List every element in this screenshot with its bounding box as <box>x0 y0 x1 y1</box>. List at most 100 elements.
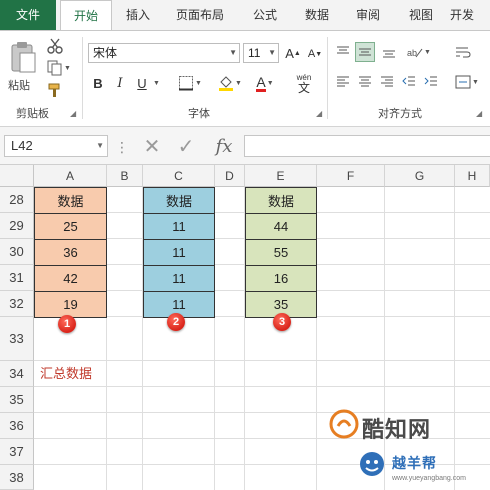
callout-marker: 1 <box>58 315 76 333</box>
tab-view[interactable]: 视图 <box>396 0 446 30</box>
table-cell[interactable]: 42 <box>34 265 107 292</box>
svg-text:ab: ab <box>407 48 417 58</box>
cancel-icon[interactable]: ✕ <box>140 134 164 158</box>
row-header[interactable]: 30 <box>0 239 34 265</box>
column-header-c[interactable]: C <box>143 165 215 187</box>
summary-label[interactable]: 汇总数据 <box>40 363 92 382</box>
table-cell[interactable]: 19 <box>34 291 107 318</box>
row-header[interactable]: 31 <box>0 265 34 291</box>
formula-input[interactable] <box>244 135 490 157</box>
italic-button[interactable]: I <box>112 73 128 93</box>
formula-bar: L42 ▼ ⋮ ✕ ✓ fx <box>0 127 490 165</box>
column-header-b[interactable]: B <box>107 165 143 187</box>
clipboard-group-label: 剪贴板 <box>16 108 49 120</box>
column-header-h[interactable]: H <box>455 165 490 187</box>
underline-button[interactable]: U <box>134 73 150 93</box>
table-header-cell[interactable]: 数据 <box>245 187 317 214</box>
table-header-cell[interactable]: 数据 <box>143 187 215 214</box>
wrap-text-icon[interactable] <box>452 43 474 61</box>
tab-file[interactable]: 文件 <box>0 0 56 30</box>
table-cell[interactable]: 36 <box>34 239 107 266</box>
insert-function-icon[interactable]: fx <box>210 134 238 158</box>
row-header[interactable]: 32 <box>0 291 34 317</box>
clipboard-launcher-icon[interactable]: ◢ <box>70 109 76 118</box>
row-header[interactable]: 38 <box>0 465 34 490</box>
tab-developer[interactable]: 开发 <box>450 0 490 30</box>
decrease-font-icon[interactable]: A ▼ <box>306 45 324 63</box>
tab-formulas[interactable]: 公式 <box>240 0 290 30</box>
orientation-icon[interactable]: ab ▼ <box>404 43 434 61</box>
watermark: 酷知网 越羊帮 www.yueyangbang.com <box>322 398 490 490</box>
tab-review[interactable]: 审阅 <box>344 0 392 30</box>
merge-center-icon[interactable]: ▼ <box>452 73 482 91</box>
column-header-g[interactable]: G <box>385 165 455 187</box>
align-center-icon[interactable] <box>356 73 374 91</box>
increase-indent-icon[interactable] <box>422 73 440 91</box>
row-header[interactable]: 35 <box>0 387 34 413</box>
font-color-icon[interactable]: A ▼ <box>250 73 280 93</box>
ribbon-tab-bar: 文件 开始 插入 页面布局 公式 数据 审阅 视图 开发 <box>0 0 490 31</box>
font-name-dropdown[interactable]: 宋体 ▼ <box>88 43 240 63</box>
font-size-dropdown[interactable]: 11 ▼ <box>243 43 279 63</box>
row-header[interactable]: 29 <box>0 213 34 239</box>
row-header[interactable]: 37 <box>0 439 34 465</box>
watermark-sheep-icon <box>360 452 384 476</box>
format-painter-icon[interactable] <box>44 81 66 99</box>
tab-insert[interactable]: 插入 <box>116 0 160 30</box>
callout-marker: 3 <box>273 313 291 331</box>
cut-icon[interactable] <box>44 37 66 55</box>
enter-icon[interactable]: ✓ <box>174 134 198 158</box>
decrease-indent-icon[interactable] <box>400 73 418 91</box>
copy-icon[interactable]: ▼ <box>44 59 74 77</box>
tab-page-layout[interactable]: 页面布局 <box>164 0 236 30</box>
column-header-f[interactable]: F <box>317 165 385 187</box>
fill-color-icon[interactable]: ▼ <box>214 73 246 93</box>
gridline <box>34 386 490 387</box>
tab-home[interactable]: 开始 <box>60 0 112 31</box>
table-cell[interactable]: 25 <box>34 213 107 240</box>
paste-icon[interactable] <box>6 37 40 77</box>
bold-button[interactable]: B <box>90 73 106 93</box>
font-group-label: 字体 <box>188 108 210 120</box>
callout-marker: 2 <box>167 313 185 331</box>
group-divider <box>327 37 328 119</box>
select-all-corner[interactable] <box>0 165 34 187</box>
gridline <box>34 360 490 361</box>
group-divider <box>82 37 83 119</box>
watermark-subbrand: 越羊帮 <box>392 455 437 471</box>
align-left-icon[interactable] <box>334 73 352 91</box>
underline-dropdown-icon[interactable]: ▼ <box>150 73 162 93</box>
font-launcher-icon[interactable]: ◢ <box>316 109 322 118</box>
watermark-brand: 酷知网 <box>362 417 432 442</box>
table-header-cell[interactable]: 数据 <box>34 187 107 214</box>
watermark-url: www.yueyangbang.com <box>392 475 466 482</box>
row-header[interactable]: 28 <box>0 187 34 213</box>
name-box[interactable]: L42 ▼ <box>4 135 108 157</box>
tab-data[interactable]: 数据 <box>294 0 340 30</box>
border-icon[interactable]: ▼ <box>174 73 206 93</box>
column-header-e[interactable]: E <box>245 165 317 187</box>
alignment-group-label: 对齐方式 <box>378 108 422 120</box>
row-header[interactable]: 34 <box>0 361 34 387</box>
column-header-d[interactable]: D <box>215 165 245 187</box>
paste-label[interactable]: 粘贴 <box>8 77 30 93</box>
align-middle-icon[interactable] <box>355 42 375 62</box>
phonetic-icon[interactable]: wén 文 <box>290 71 318 95</box>
table-cell[interactable]: 11 <box>143 265 215 292</box>
column-header-a[interactable]: A <box>34 165 107 187</box>
align-bottom-icon[interactable] <box>380 43 398 61</box>
table-cell[interactable]: 55 <box>245 239 317 266</box>
align-right-icon[interactable] <box>378 73 396 91</box>
watermark-logo-icon <box>329 409 359 439</box>
table-cell[interactable]: 11 <box>143 239 215 266</box>
row-header[interactable]: 36 <box>0 413 34 439</box>
table-cell[interactable]: 11 <box>143 213 215 240</box>
increase-font-icon[interactable]: A ▲ <box>284 43 302 63</box>
ribbon: 粘贴 ▼ 剪贴板 ◢ 宋体 ▼ 11 ▼ A ▲ A ▼ B I U ▼ ▼ ▼ A ▼ … <box>0 30 490 127</box>
align-top-icon[interactable] <box>334 43 352 61</box>
alignment-launcher-icon[interactable]: ◢ <box>476 109 482 118</box>
row-header[interactable]: 33 <box>0 317 34 361</box>
table-cell[interactable]: 16 <box>245 265 317 292</box>
formula-bar-grip[interactable]: ⋮ <box>115 139 129 156</box>
table-cell[interactable]: 44 <box>245 213 317 240</box>
